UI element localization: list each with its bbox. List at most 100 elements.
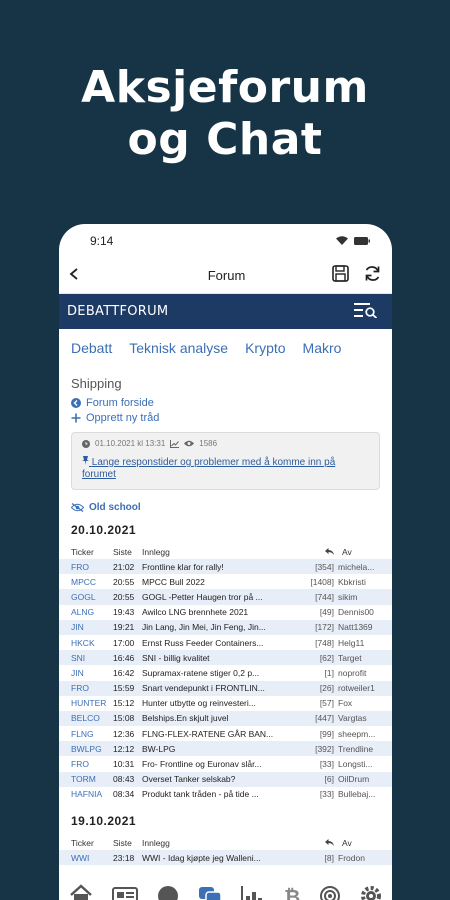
thread-ticker[interactable]: BWLPG — [71, 744, 113, 754]
thread-author[interactable]: Kbkristi — [338, 577, 382, 587]
thread-ticker[interactable]: FRO — [71, 683, 113, 693]
thread-row[interactable]: JIN 19:21 Jin Lang, Jin Mei, Jin Feng, Jin… — [59, 619, 392, 635]
thread-time: 19:43 — [113, 607, 135, 618]
clock-icon — [82, 439, 90, 448]
thread-title[interactable]: WWI - Idag kjøpte jeg Walleni... — [142, 853, 288, 863]
thread-row[interactable]: SNI 16:46 SNI - billig kvalitet [62] Target — [59, 650, 392, 666]
thread-time: 20:55 — [113, 576, 135, 587]
thread-ticker[interactable]: SNI — [71, 653, 113, 663]
thread-row[interactable]: MPCC 20:55 MPCC Bull 2022 [1408] Kbkristi — [59, 574, 392, 589]
thread-time: 17:00 — [113, 637, 135, 648]
thread-ticker[interactable]: GOGL — [71, 592, 113, 602]
thread-title[interactable]: Ernst Russ Feeder Containers... — [142, 638, 288, 648]
thread-title[interactable]: Belships.En skjult juvel — [142, 713, 288, 723]
forum-icon[interactable] — [198, 884, 222, 900]
thread-title[interactable]: Fro- Frontline og Euronav slår... — [142, 759, 288, 769]
thread-row[interactable]: HKCK 17:00 Ernst Russ Feeder Containers...… — [59, 635, 392, 650]
thread-author[interactable]: michela... — [338, 562, 382, 572]
thread-row[interactable]: FRO 21:02 Frontline klar for rally! [354] mi… — [59, 559, 392, 575]
notice-link[interactable]: Lange responstider og problemer med å ko… — [82, 456, 369, 481]
thread-title[interactable]: Produkt tank tråden - på tide ... — [142, 789, 288, 799]
thread-author[interactable]: Helg11 — [338, 638, 382, 648]
thread-row[interactable]: HUNTER 15:12 Hunter utbytte og reinvesteri… — [59, 696, 392, 711]
thread-ticker[interactable]: FRO — [71, 759, 113, 769]
thread-row[interactable]: FRO 15:59 Snart vendepunkt i FRONTLIN... [2… — [59, 680, 392, 696]
new-thread-link[interactable]: Opprett ny tråd — [59, 409, 392, 424]
thread-ticker[interactable]: WWI — [71, 853, 113, 863]
thread-author[interactable]: Bullebaj... — [338, 789, 382, 799]
save-icon[interactable] — [332, 264, 349, 287]
thread-row[interactable]: FRO 10:31 Fro- Frontline og Euronav slår..… — [59, 756, 392, 771]
thread-author[interactable]: Frodon — [338, 853, 382, 863]
news-icon[interactable] — [111, 884, 138, 900]
thread-row[interactable]: BWLPG 12:12 BW-LPG [392] Trendline — [59, 741, 392, 757]
thread-ticker[interactable]: HUNTER — [71, 698, 113, 708]
thread-row[interactable]: BELCO 15:08 Belships.En skjult juvel [447] V… — [59, 710, 392, 727]
thread-title[interactable]: SNI - billig kvalitet — [142, 653, 288, 663]
radio-icon[interactable] — [319, 884, 341, 900]
thread-ticker[interactable]: HAFNIA — [71, 789, 113, 799]
old-school-toggle[interactable]: Old school — [59, 490, 392, 513]
thread-ticker[interactable]: JIN — [71, 668, 113, 678]
thread-ticker[interactable]: FLNG — [71, 729, 113, 739]
gear-icon[interactable] — [360, 884, 382, 900]
thread-title[interactable]: FLNG-FLEX-RATENE GÅR BAN... — [142, 729, 288, 739]
thread-ticker[interactable]: BELCO — [71, 713, 113, 723]
thread-ticker[interactable]: JIN — [71, 622, 113, 632]
thread-row[interactable]: JIN 16:42 Supramax-ratene stiger 0,2 p... [… — [59, 665, 392, 680]
thread-title[interactable]: Frontline klar for rally! — [142, 562, 288, 572]
search-list-icon[interactable] — [354, 302, 378, 322]
thread-title[interactable]: Overset Tanker selskab? — [142, 774, 288, 784]
column-ticker: Ticker — [71, 547, 94, 557]
stats-icon[interactable] — [241, 884, 263, 900]
thread-title[interactable]: Awilco LNG brennhete 2021 — [142, 607, 288, 617]
tab-krypto[interactable]: Krypto — [245, 340, 285, 356]
thread-title[interactable]: Jin Lang, Jin Mei, Jin Feng, Jin... — [142, 622, 288, 632]
thread-row[interactable]: ALNG 19:43 Awilco LNG brennhete 2021 [49] De… — [59, 605, 392, 620]
thread-ticker[interactable]: TORM — [71, 774, 113, 784]
thread-row[interactable]: FLNG 12:36 FLNG-FLEX-RATENE GÅR BAN... [99]… — [59, 726, 392, 741]
thread-row[interactable]: WWI 23:18 WWI - Idag kjøpte jeg Walleni...… — [59, 850, 392, 866]
thread-author[interactable]: rotweiler1 — [338, 683, 382, 693]
thread-author[interactable]: sikim — [338, 592, 382, 602]
tab-makro[interactable]: Makro — [303, 340, 342, 356]
thread-time: 21:02 — [113, 561, 135, 572]
back-arrow-icon[interactable] — [69, 267, 91, 285]
thread-author[interactable]: Natt1369 — [338, 622, 382, 632]
thread-title[interactable]: Snart vendepunkt i FRONTLIN... — [142, 683, 288, 693]
thread-title[interactable]: Hunter utbytte og reinvesteri... — [142, 698, 288, 708]
thread-ticker[interactable]: MPCC — [71, 577, 113, 587]
thread-author[interactable]: Target — [338, 653, 382, 663]
thread-time: 16:46 — [113, 652, 135, 663]
thread-author[interactable]: Dennis00 — [338, 607, 382, 617]
thread-ticker[interactable]: FRO — [71, 562, 113, 572]
thread-row[interactable]: TORM 08:43 Overset Tanker selskab? [6] OilDr… — [59, 771, 392, 787]
thread-author[interactable]: Vargtas — [338, 713, 382, 723]
thread-title[interactable]: MPCC Bull 2022 — [142, 577, 288, 587]
refresh-icon[interactable] — [363, 264, 382, 288]
thread-title[interactable]: Supramax-ratene stiger 0,2 p... — [142, 668, 288, 678]
thread-row[interactable]: GOGL 20:55 GOGL -Petter Haugen tror på ...… — [59, 589, 392, 605]
thread-author[interactable]: Fox — [338, 698, 382, 708]
thread-count: [392] — [315, 743, 334, 754]
thread-title[interactable]: BW-LPG — [142, 744, 288, 754]
thread-ticker[interactable]: HKCK — [71, 638, 113, 648]
thread-count: [49] — [319, 607, 334, 618]
thread-title[interactable]: GOGL -Petter Haugen tror på ... — [142, 592, 288, 602]
thread-author[interactable]: Trendline — [338, 744, 382, 754]
forum-home-link[interactable]: Forum forside — [59, 391, 392, 409]
thread-row[interactable]: HAFNIA 08:34 Produkt tank tråden - på tide… — [59, 787, 392, 802]
thread-author[interactable]: noprofit — [338, 668, 382, 678]
bitcoin-icon[interactable]: ₿ — [282, 884, 300, 900]
thread-time: 23:18 — [113, 852, 135, 863]
thread-ticker[interactable]: ALNG — [71, 607, 113, 617]
thread-author[interactable]: Longsti... — [338, 759, 382, 769]
tab-debatt[interactable]: Debatt — [71, 340, 112, 356]
thread-author[interactable]: OilDrum — [338, 774, 382, 784]
thread-author[interactable]: sheepm... — [338, 729, 382, 739]
banner-title: DEBATTFORUM — [67, 304, 169, 319]
tab-teknisk-analyse[interactable]: Teknisk analyse — [129, 340, 228, 356]
chat-bubble-icon[interactable] — [157, 884, 179, 900]
headline-line2: og Chat — [127, 114, 323, 165]
home-icon[interactable] — [69, 884, 93, 900]
